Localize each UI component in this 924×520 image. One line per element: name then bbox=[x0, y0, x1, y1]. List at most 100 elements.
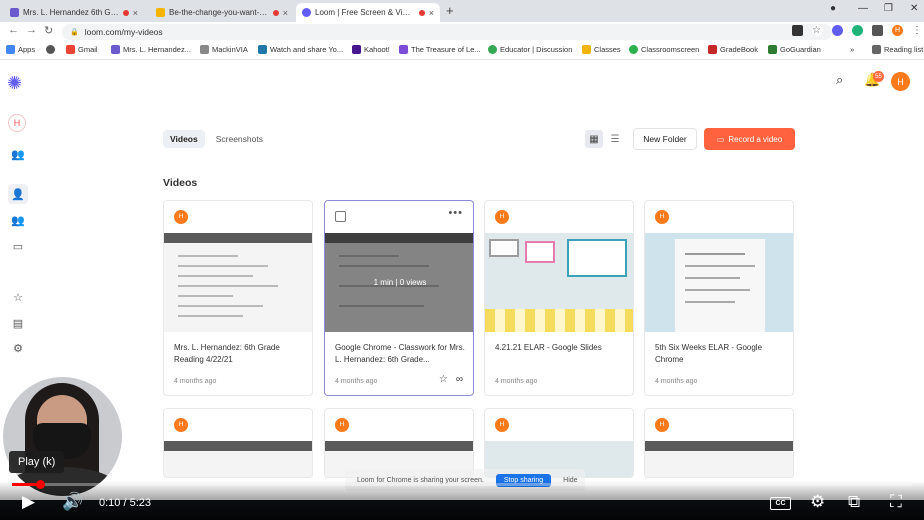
tab-screenshots[interactable]: Screenshots bbox=[209, 130, 270, 148]
workspace-avatar[interactable]: H bbox=[8, 114, 26, 132]
video-thumbnail[interactable] bbox=[645, 233, 793, 332]
bookmark-goguardian[interactable]: GoGuardian bbox=[768, 45, 821, 54]
creator-avatar: H bbox=[655, 418, 669, 432]
bookmark-educator[interactable]: Educator | Discussion bbox=[488, 45, 572, 54]
video-thumbnail[interactable] bbox=[164, 233, 312, 332]
address-bar[interactable]: 🔒 loom.com/my-videos bbox=[62, 24, 832, 40]
bookmark-treasure[interactable]: The Treasure of Le... bbox=[399, 45, 481, 54]
loom-logo-icon[interactable]: ✺ bbox=[7, 74, 22, 92]
watch-later-star-icon[interactable]: ☆ bbox=[439, 374, 448, 385]
profile-avatar[interactable]: H bbox=[892, 25, 903, 36]
copy-link-icon[interactable]: ∞ bbox=[456, 374, 463, 385]
video-card[interactable]: H bbox=[163, 408, 313, 478]
volume-icon[interactable]: 🔊 bbox=[62, 492, 83, 512]
forward-icon[interactable]: → bbox=[26, 24, 37, 36]
video-card[interactable]: ••• 1 min | 0 views Google Chrome - Clas… bbox=[324, 200, 474, 396]
video-title[interactable]: Google Chrome - Classwork for Mrs. L. He… bbox=[335, 342, 465, 366]
star-icon[interactable]: ☆ bbox=[812, 25, 823, 36]
library-tabs: Videos Screenshots bbox=[163, 130, 270, 148]
grid-view-icon[interactable]: ▦ bbox=[585, 130, 603, 148]
settings-gear-icon[interactable]: ⚙ bbox=[8, 338, 28, 358]
bookmark-label: Classroomscreen bbox=[641, 45, 700, 54]
watch-later-star-icon[interactable]: ☆ bbox=[8, 287, 28, 307]
settings-gear-icon[interactable]: ⚙ bbox=[810, 492, 825, 512]
progress-scrubber[interactable] bbox=[36, 480, 45, 489]
archive-icon[interactable]: ▤ bbox=[8, 313, 28, 333]
bookmark-label: MackinVIA bbox=[212, 45, 248, 54]
captions-button[interactable]: CC bbox=[770, 497, 791, 510]
video-thumbnail[interactable] bbox=[485, 233, 633, 332]
video-date: 4 months ago bbox=[655, 378, 698, 385]
recording-dot-icon bbox=[122, 9, 129, 16]
search-icon[interactable]: ⌕ bbox=[836, 72, 843, 88]
video-card[interactable]: H bbox=[484, 408, 634, 478]
record-video-button[interactable]: ▭ Record a video bbox=[704, 128, 795, 150]
bookmark-globe[interactable] bbox=[46, 45, 55, 54]
video-title[interactable]: 4.21.21 ELAR - Google Slides bbox=[495, 342, 625, 354]
screen: { "browser": { "tabs": [ {"title": "Mrs.… bbox=[0, 0, 924, 520]
progress-bar[interactable] bbox=[12, 480, 912, 489]
bookmark-apps[interactable]: Apps bbox=[6, 45, 35, 54]
video-card[interactable]: H Mrs. L. Hernandez: 6th Grade Reading 4… bbox=[163, 200, 313, 396]
card-actions: ☆ ∞ bbox=[439, 374, 463, 385]
video-thumbnail[interactable] bbox=[164, 441, 312, 477]
video-title[interactable]: 5th Six Weeks ELAR - Google Chrome bbox=[655, 342, 785, 366]
camera-icon[interactable] bbox=[792, 25, 803, 36]
bookmark-classroomscreen[interactable]: Classroomscreen bbox=[629, 45, 699, 54]
browser-tab-strip: Mrs. L. Hernandez 6th Grade × Be-the-cha… bbox=[0, 0, 924, 22]
video-card[interactable]: H bbox=[644, 408, 794, 478]
loom-extension-icon[interactable] bbox=[832, 25, 843, 36]
restore-icon[interactable]: ❐ bbox=[884, 3, 893, 14]
kebab-menu-icon[interactable]: ⋮ bbox=[912, 25, 923, 36]
browser-tab-3[interactable]: Loom | Free Screen & Video × bbox=[296, 3, 440, 22]
close-window-icon[interactable]: ✕ bbox=[910, 3, 918, 14]
reload-icon[interactable]: ↻ bbox=[44, 24, 53, 37]
tab-close-icon[interactable]: × bbox=[133, 8, 138, 18]
tab-title: Mrs. L. Hernandez 6th Grade bbox=[23, 8, 119, 17]
bookmark-gmail[interactable]: Gmail bbox=[66, 45, 98, 54]
video-title[interactable]: Mrs. L. Hernandez: 6th Grade Reading 4/2… bbox=[174, 342, 304, 366]
browser-tab-1[interactable]: Mrs. L. Hernandez 6th Grade × bbox=[4, 3, 144, 22]
video-thumbnail[interactable]: 1 min | 0 views bbox=[325, 233, 473, 332]
tab-title: Be-the-change-you-want-to-see bbox=[169, 8, 269, 17]
globe-icon bbox=[46, 45, 55, 54]
browser-tab-2[interactable]: Be-the-change-you-want-to-see × bbox=[150, 3, 294, 22]
bookmark-watch-share[interactable]: Watch and share Yo... bbox=[258, 45, 343, 54]
video-thumbnail[interactable] bbox=[645, 441, 793, 477]
select-checkbox[interactable] bbox=[335, 211, 346, 222]
tab-close-icon[interactable]: × bbox=[429, 8, 434, 18]
members-icon[interactable]: 👥 bbox=[8, 144, 28, 164]
my-library-icon[interactable]: 👤 bbox=[8, 184, 28, 204]
tab-videos[interactable]: Videos bbox=[163, 130, 205, 148]
tab-close-icon[interactable]: × bbox=[283, 8, 288, 18]
reading-list[interactable]: Reading list bbox=[872, 45, 923, 54]
extensions-puzzle-icon[interactable] bbox=[872, 25, 883, 36]
minimize-icon[interactable]: — bbox=[858, 3, 868, 14]
user-avatar[interactable]: H bbox=[891, 72, 910, 91]
grammarly-icon[interactable] bbox=[852, 25, 863, 36]
video-card[interactable]: H 5th Six Weeks ELAR - Google Chrome 4 m… bbox=[644, 200, 794, 396]
new-tab-button[interactable]: + bbox=[446, 3, 454, 18]
more-options-icon[interactable]: ••• bbox=[448, 207, 463, 219]
bookmark-mackinvia[interactable]: MackinVIA bbox=[200, 45, 248, 54]
bookmarks-overflow[interactable]: » bbox=[850, 45, 854, 54]
extension-icons: ☆ H ⋮ bbox=[792, 25, 923, 36]
creator-avatar: H bbox=[174, 210, 188, 224]
video-date: 4 months ago bbox=[335, 378, 378, 385]
video-card[interactable]: H bbox=[324, 408, 474, 478]
miniplayer-icon[interactable]: ⧉ bbox=[848, 492, 860, 512]
bookmark-classes[interactable]: Classes bbox=[582, 45, 621, 54]
bookmark-hernandez[interactable]: Mrs. L. Hernandez... bbox=[111, 45, 191, 54]
section-title: Videos bbox=[163, 177, 198, 189]
spaces-icon[interactable]: ▭ bbox=[8, 236, 28, 256]
mackinvia-icon bbox=[200, 45, 209, 54]
fullscreen-icon[interactable]: ⛶ bbox=[890, 492, 902, 512]
play-icon[interactable]: ▶ bbox=[22, 492, 35, 512]
video-card[interactable]: H 4.21.21 ELAR - Google Slides 4 months … bbox=[484, 200, 634, 396]
list-view-icon[interactable]: ☰ bbox=[608, 130, 622, 148]
new-folder-button[interactable]: New Folder bbox=[633, 128, 697, 150]
shared-icon[interactable]: 👥 bbox=[8, 210, 28, 230]
back-icon[interactable]: ← bbox=[8, 24, 19, 36]
bookmark-kahoot[interactable]: Kahoot! bbox=[352, 45, 390, 54]
bookmark-gradebook[interactable]: GradeBook bbox=[708, 45, 758, 54]
